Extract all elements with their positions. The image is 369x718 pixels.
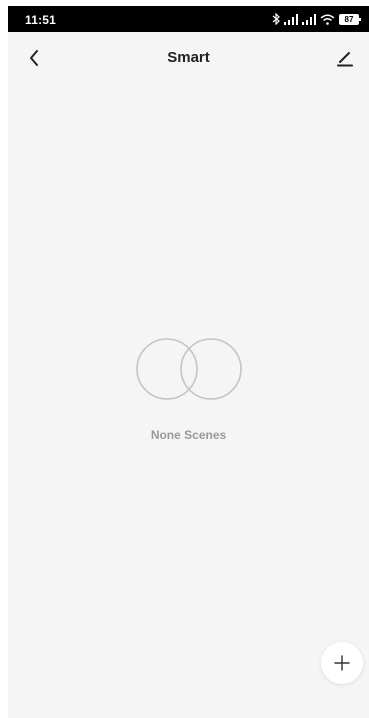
status-bar: 11:51 87 bbox=[8, 6, 369, 32]
app-bar: Smart bbox=[8, 32, 369, 84]
battery-level: 87 bbox=[344, 14, 354, 24]
cellular-signal-icon bbox=[284, 13, 298, 25]
battery-icon: 87 bbox=[339, 13, 361, 25]
pencil-icon bbox=[337, 52, 353, 67]
overlapping-circles-icon bbox=[135, 338, 242, 400]
cellular-signal-icon bbox=[302, 13, 316, 25]
add-scene-button[interactable] bbox=[321, 642, 363, 684]
plus-icon bbox=[334, 655, 350, 671]
wifi-icon bbox=[320, 14, 335, 25]
bluetooth-icon bbox=[272, 13, 280, 25]
empty-state: None Scenes bbox=[8, 336, 369, 442]
empty-state-message: None Scenes bbox=[150, 428, 227, 442]
smart-screen: 11:51 87 Smart None Scenes bbox=[8, 6, 369, 718]
status-icons: 87 bbox=[272, 12, 361, 26]
page-title: Smart bbox=[167, 49, 210, 66]
edit-button[interactable] bbox=[327, 40, 363, 76]
status-time: 11:51 bbox=[25, 13, 57, 27]
